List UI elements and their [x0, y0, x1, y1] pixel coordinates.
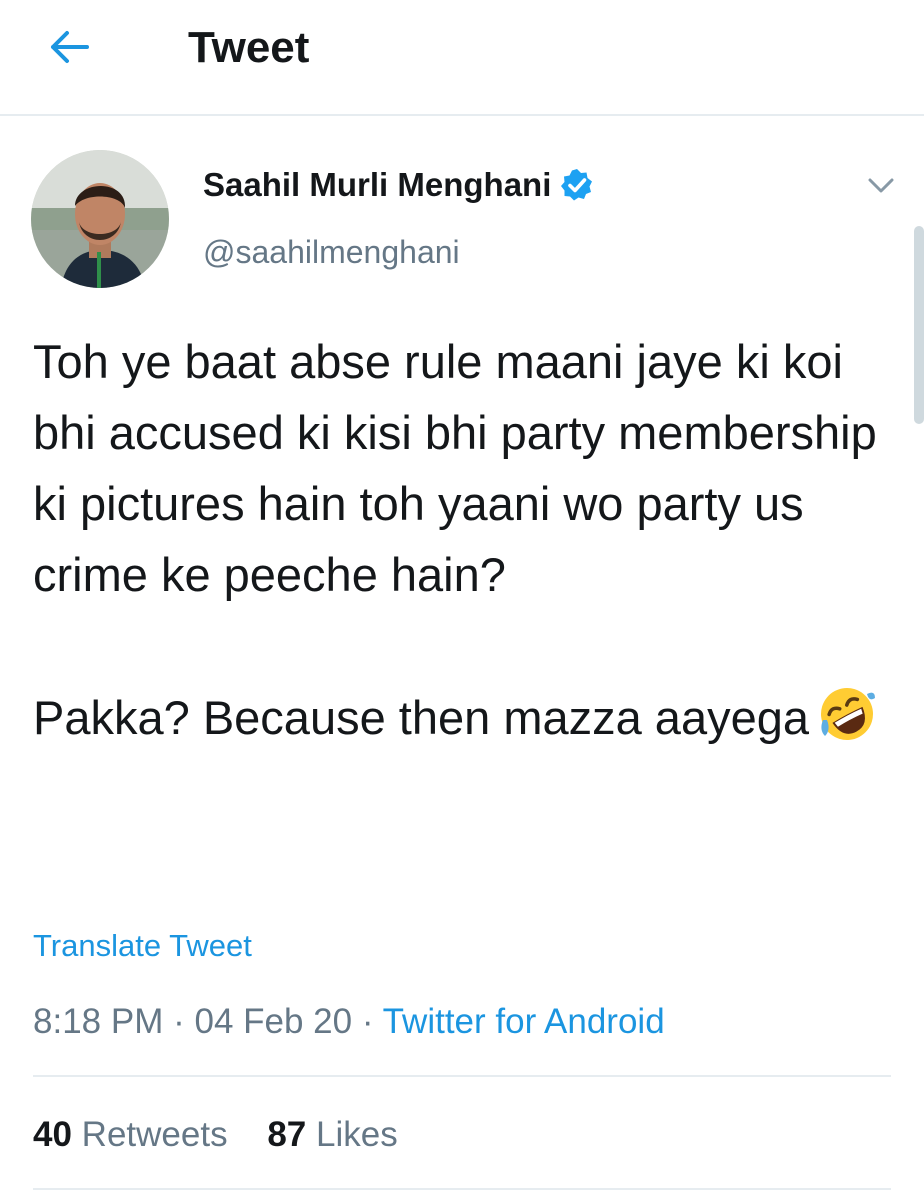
top-app-bar: Tweet [0, 0, 924, 116]
avatar[interactable] [31, 150, 169, 288]
retweets-label: Retweets [81, 1115, 228, 1154]
retweets-count: 40 [33, 1115, 72, 1154]
tweet-source-link[interactable]: Twitter for Android [383, 1002, 665, 1041]
chevron-down-icon [868, 178, 894, 193]
tweet-paragraph-2-text: Pakka? Because then mazza aayega [33, 691, 810, 744]
tweet-meta: 8:18 PM · 04 Feb 20 · Twitter for Androi… [33, 1000, 665, 1044]
page-title: Tweet [188, 23, 310, 72]
retweets-stat[interactable]: 40 Retweets [33, 1115, 228, 1154]
tweet-paragraph-1: Toh ye baat abse rule maani jaye ki koi … [33, 335, 877, 601]
avatar-image [31, 150, 169, 288]
meta-separator: · [173, 1002, 185, 1041]
author-display-name: Saahil Murli Menghani [203, 166, 552, 203]
tweet-paragraph-2: Pakka? Because then mazza aayega [33, 682, 903, 753]
rolling-on-floor-laughing-emoji-icon [821, 688, 876, 740]
translate-tweet-link[interactable]: Translate Tweet [33, 926, 252, 966]
likes-stat[interactable]: 87 Likes [267, 1115, 397, 1154]
divider [33, 1075, 891, 1077]
tweet-time: 8:18 PM [33, 1002, 164, 1041]
back-button[interactable] [44, 24, 94, 70]
tweet-text: Toh ye baat abse rule maani jaye ki koi … [33, 326, 903, 753]
verified-badge-icon [561, 169, 593, 201]
likes-count: 87 [267, 1115, 307, 1154]
divider [33, 1188, 891, 1190]
author-name-row[interactable]: Saahil Murli Menghani [203, 164, 595, 206]
tweet-stats: 40 Retweets 87 Likes [33, 1113, 398, 1157]
arrow-left-icon [51, 31, 89, 63]
meta-separator: · [361, 1002, 374, 1041]
author-handle[interactable]: @saahilmenghani [203, 232, 460, 272]
tweet-menu-button[interactable] [862, 170, 900, 202]
scrollbar[interactable] [914, 226, 924, 424]
tweet-date: 04 Feb 20 [194, 1002, 353, 1041]
likes-label: Likes [315, 1115, 398, 1154]
